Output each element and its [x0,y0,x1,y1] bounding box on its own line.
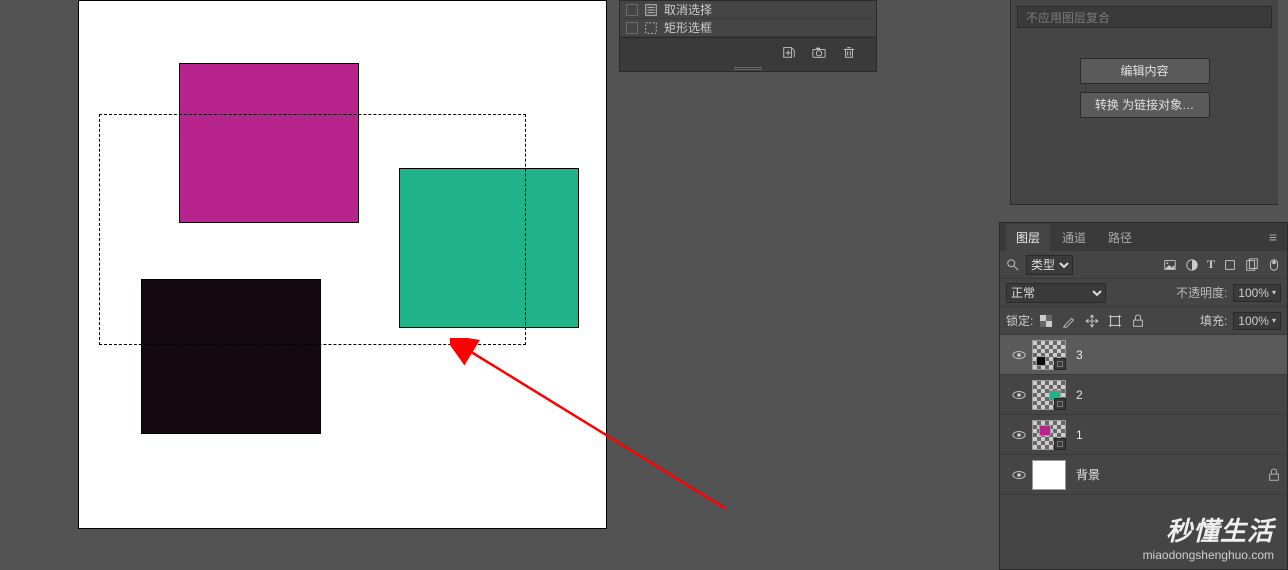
layers-list: □ 3 □ 2 □ 1 背景 [1000,335,1287,495]
marquee-icon [644,20,658,35]
filter-text-icon[interactable]: T [1207,257,1215,272]
visibility-toggle[interactable] [1006,347,1032,362]
layer-name: 1 [1076,428,1083,442]
layer-composite-select[interactable]: 不应用图层复合 [1017,6,1272,28]
panel-menu-icon[interactable]: ≡ [1269,229,1277,245]
camera-icon[interactable] [812,44,826,59]
layer-thumbnail: □ [1032,340,1066,370]
filter-toggle-icon[interactable] [1267,257,1281,272]
filter-smart-icon[interactable] [1245,257,1259,272]
lock-label: 锁定: [1006,312,1033,329]
history-checkbox[interactable] [626,22,638,34]
lock-pixels-icon[interactable] [1062,313,1076,328]
tab-paths[interactable]: 路径 [1098,224,1142,251]
lock-fill-row: 锁定: 填充: 100% ▾ [1000,307,1287,335]
visibility-toggle[interactable] [1006,427,1032,442]
blend-mode-select[interactable]: 正常 [1006,283,1106,303]
layer-filter-row: 类型 T [1000,251,1287,279]
filter-pixel-icon[interactable] [1163,257,1177,272]
layer-thumbnail: □ [1032,380,1066,410]
lock-icon [1267,467,1281,482]
history-panel: 取消选择 矩形选框 [619,0,877,72]
filter-search-icon[interactable] [1006,257,1020,272]
edit-content-button[interactable]: 编辑内容 [1080,58,1210,84]
layer-item-1[interactable]: □ 1 [1000,415,1287,455]
deselect-icon [644,2,658,17]
visibility-toggle[interactable] [1006,467,1032,482]
lock-artboard-icon[interactable] [1108,313,1122,328]
smart-object-badge: □ [1054,438,1066,450]
panel-grip[interactable] [620,65,876,71]
chevron-down-icon: ▾ [1272,316,1276,325]
filter-adjust-icon[interactable] [1185,257,1199,272]
trash-icon[interactable] [842,44,856,59]
layer-item-background[interactable]: 背景 [1000,455,1287,495]
layer-thumbnail [1032,460,1066,490]
history-item-label: 取消选择 [664,1,712,18]
tab-layers[interactable]: 图层 [1006,224,1050,251]
new-document-icon[interactable] [782,44,796,59]
history-toolbar [620,37,876,65]
panel-tabs: 图层 通道 路径 ≡ [1000,223,1287,251]
convert-linked-button[interactable]: 转换 为链接对象… [1080,92,1210,118]
properties-panel: 不应用图层复合 编辑内容 转换 为链接对象… [1010,0,1278,205]
smart-object-badge: □ [1054,358,1066,370]
tab-channels[interactable]: 通道 [1052,224,1096,251]
opacity-label: 不透明度: [1176,284,1227,301]
fill-value-box[interactable]: 100% ▾ [1233,312,1281,330]
opacity-value-box[interactable]: 100% ▾ [1233,284,1281,302]
marquee-selection[interactable] [99,114,526,345]
smart-object-badge: □ [1054,398,1066,410]
layer-name: 背景 [1076,466,1100,483]
history-item-marquee[interactable]: 矩形选框 [620,19,876,37]
lock-transparency-icon[interactable] [1039,313,1053,328]
filter-shape-icon[interactable] [1223,257,1237,272]
visibility-toggle[interactable] [1006,387,1032,402]
layers-panel: 图层 通道 路径 ≡ 类型 T 正常 不透明度: 100% ▾ 锁定: [999,222,1288,570]
canvas-artboard[interactable] [78,0,607,529]
layer-thumbnail: □ [1032,420,1066,450]
layer-item-2[interactable]: □ 2 [1000,375,1287,415]
kind-select[interactable]: 类型 [1026,255,1073,275]
lock-position-icon[interactable] [1085,313,1099,328]
layer-name: 2 [1076,388,1083,402]
chevron-down-icon: ▾ [1272,288,1276,297]
history-item-label: 矩形选框 [664,19,712,36]
layer-item-3[interactable]: □ 3 [1000,335,1287,375]
lock-all-icon[interactable] [1131,313,1145,328]
history-item-deselect[interactable]: 取消选择 [620,1,876,19]
history-checkbox[interactable] [626,4,638,16]
layer-name: 3 [1076,348,1083,362]
fill-label: 填充: [1200,312,1227,329]
blend-opacity-row: 正常 不透明度: 100% ▾ [1000,279,1287,307]
